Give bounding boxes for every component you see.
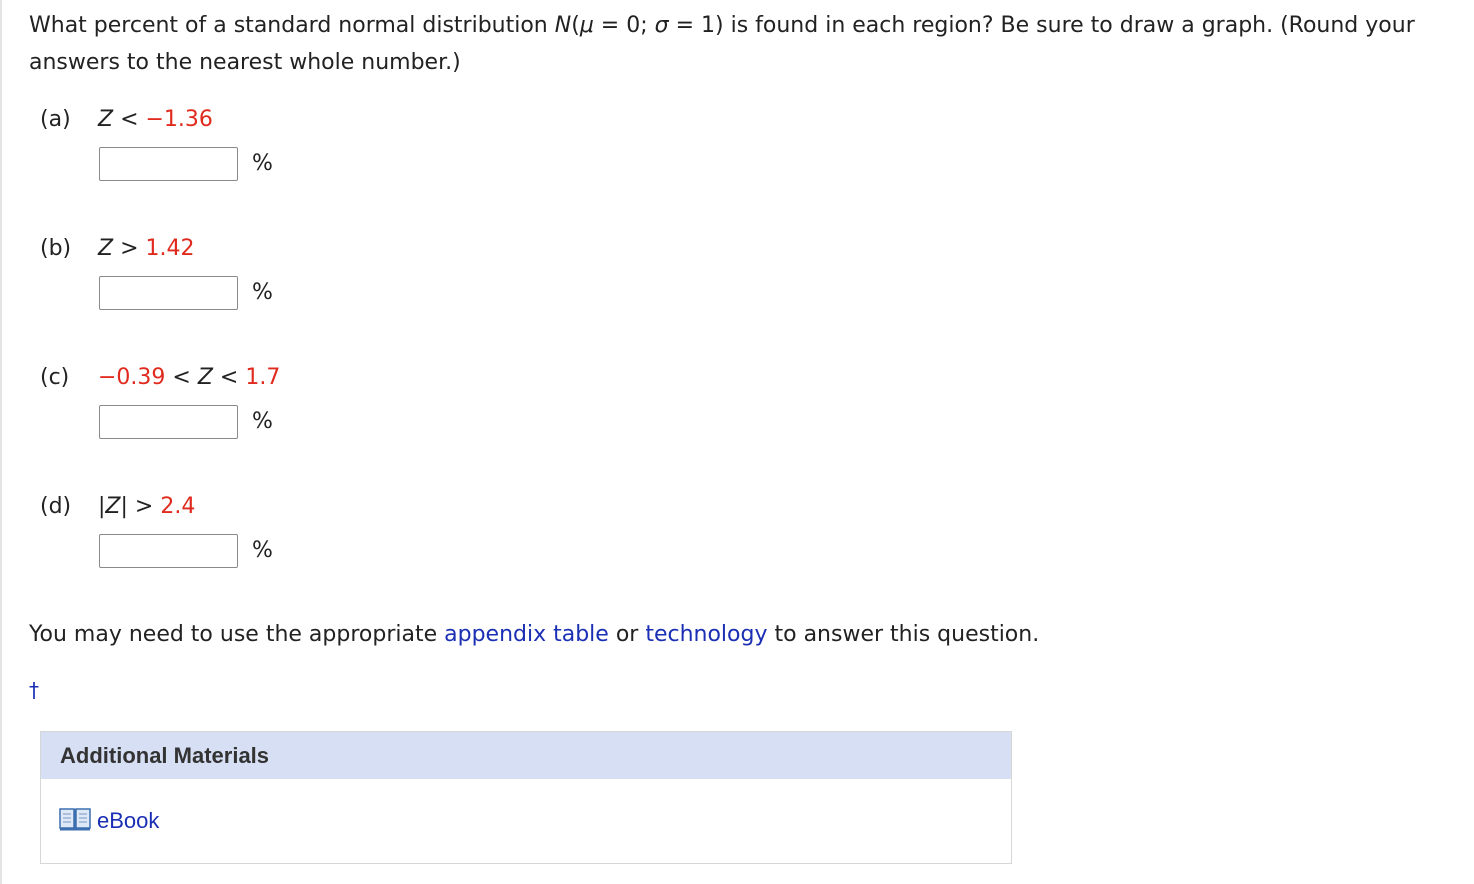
part-a-value: −1.36: [145, 107, 213, 132]
additional-materials-panel: Additional Materials eBook: [40, 731, 1012, 864]
part-d-variable: Z: [105, 494, 121, 519]
part-a-answer-input[interactable]: [99, 147, 238, 181]
part-a: (a) Z < −1.36 %: [40, 105, 440, 225]
mu-symbol: μ: [579, 13, 594, 38]
part-a-percent-unit: %: [252, 151, 273, 176]
part-c-label: (c) −0.39 < Z < 1.7: [40, 363, 280, 393]
part-b: (b) Z > 1.42 %: [40, 234, 440, 354]
part-a-label: (a) Z < −1.36: [40, 105, 213, 135]
note-text-before: You may need to use the appropriate: [29, 622, 445, 647]
help-note: You may need to use the appropriate appe…: [29, 620, 1039, 650]
question-text: What percent of a standard normal distri…: [29, 7, 1469, 81]
part-d-answer-input[interactable]: [99, 534, 238, 568]
part-a-variable: Z: [98, 107, 114, 132]
part-b-variable: Z: [98, 236, 114, 261]
dagger-marker: †: [29, 678, 39, 702]
part-d-operator: >: [127, 494, 161, 519]
mu-equals: = 0;: [593, 13, 655, 38]
part-d-percent-unit: %: [252, 538, 273, 563]
book-icon: [59, 806, 91, 836]
part-c-operator-left: <: [165, 365, 198, 390]
dist-symbol: N: [554, 13, 572, 38]
question-prefix: What percent of a standard normal distri…: [29, 13, 555, 38]
part-c-upper-value: 1.7: [245, 365, 281, 390]
part-b-operator: >: [113, 236, 146, 261]
part-c-variable: Z: [197, 365, 213, 390]
part-c-answer-input[interactable]: [99, 405, 238, 439]
part-d-tag: (d): [40, 494, 72, 519]
part-c-operator-right: <: [212, 365, 246, 390]
note-text-after: to answer this question.: [767, 622, 1040, 647]
ebook-label[interactable]: eBook: [97, 808, 159, 834]
part-b-tag: (b): [40, 236, 72, 261]
part-d-abs-close: |: [120, 494, 128, 519]
additional-materials-title: Additional Materials: [41, 732, 1011, 779]
part-c-percent-unit: %: [252, 409, 273, 434]
appendix-table-link[interactable]: appendix table: [444, 622, 609, 647]
part-c: (c) −0.39 < Z < 1.7 %: [40, 363, 440, 483]
part-d: (d) |Z| > 2.4 %: [40, 492, 440, 612]
part-d-value: 2.4: [160, 494, 196, 519]
part-b-value: 1.42: [145, 236, 195, 261]
sigma-symbol: σ: [654, 13, 669, 38]
part-c-tag: (c): [40, 365, 70, 390]
dist-open-paren: (: [571, 13, 580, 38]
part-c-lower-value: −0.39: [98, 365, 166, 390]
ebook-link[interactable]: eBook: [59, 806, 159, 836]
part-a-tag: (a): [40, 107, 71, 132]
note-text-middle: or: [608, 622, 646, 647]
part-b-percent-unit: %: [252, 280, 273, 305]
part-b-answer-input[interactable]: [99, 276, 238, 310]
part-d-label: (d) |Z| > 2.4: [40, 492, 195, 522]
part-a-operator: <: [113, 107, 146, 132]
part-b-label: (b) Z > 1.42: [40, 234, 194, 264]
technology-link[interactable]: technology: [645, 622, 767, 647]
page-left-border: [0, 0, 2, 884]
